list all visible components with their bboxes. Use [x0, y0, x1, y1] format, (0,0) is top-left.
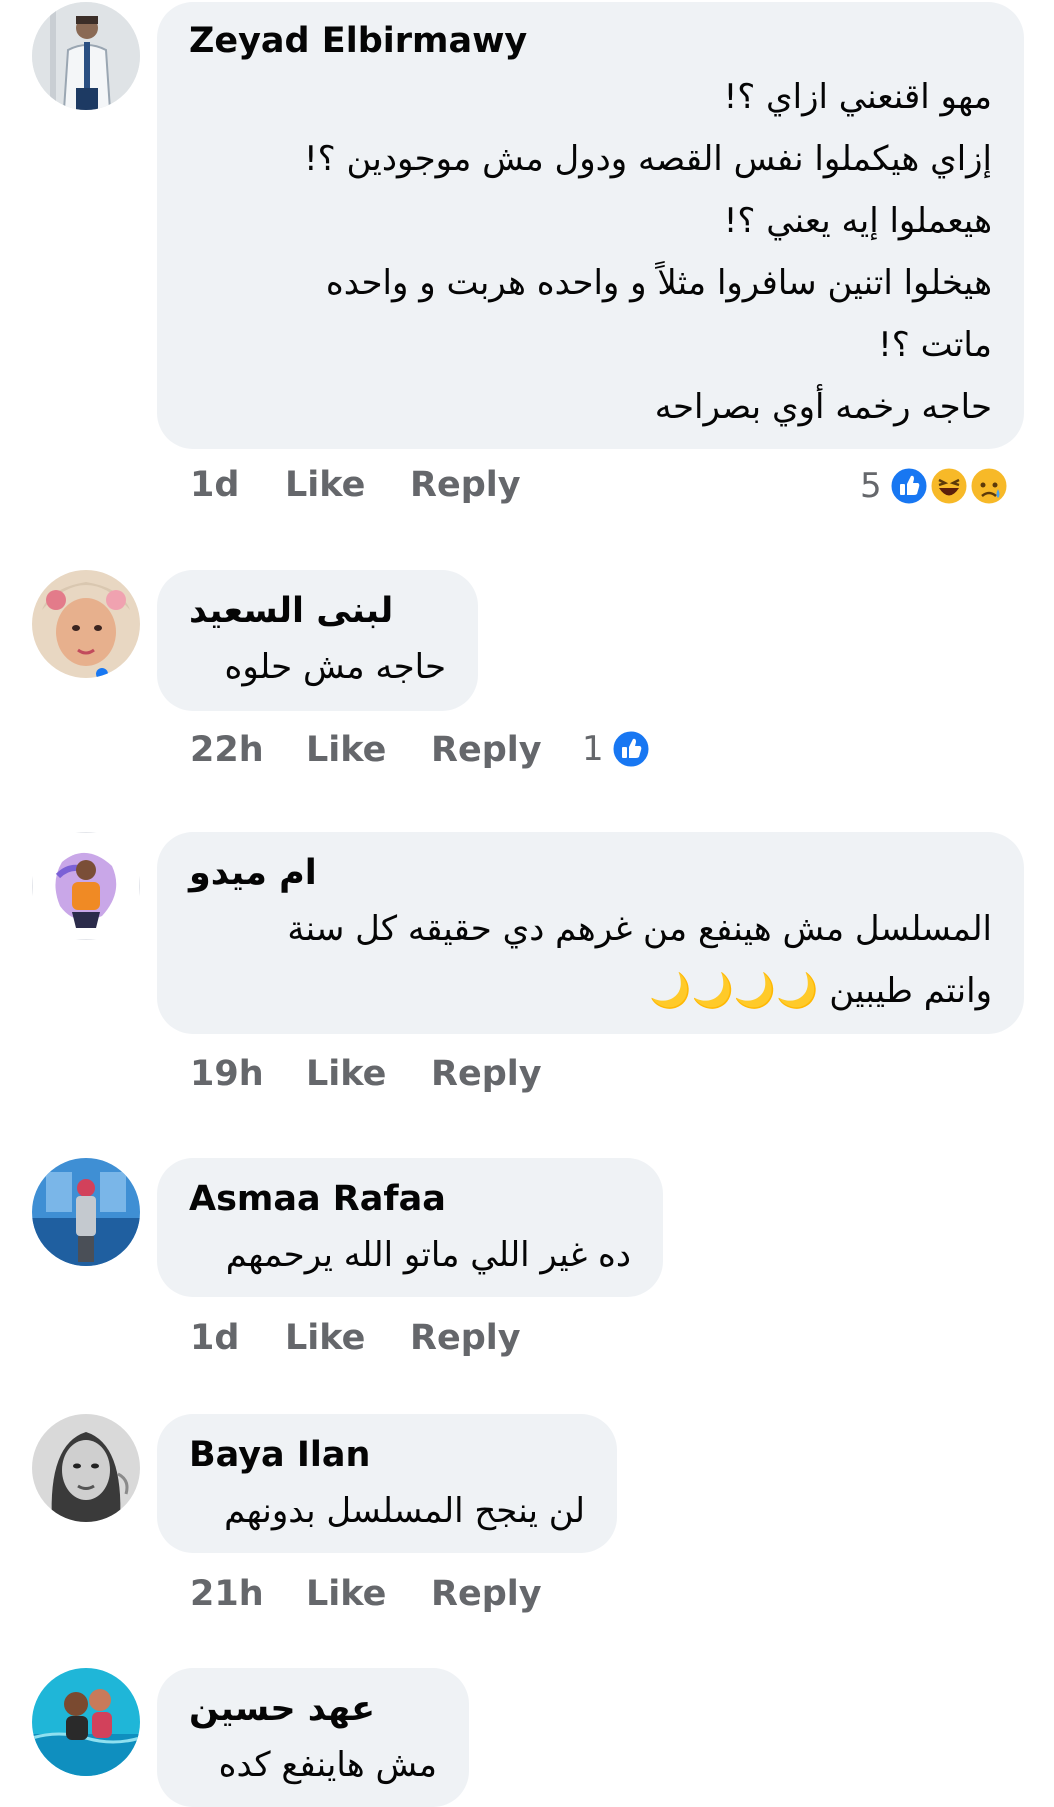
sad-icon	[968, 465, 1010, 507]
comment-line: مش هاينفع كده	[218, 1745, 437, 1785]
user-photo-icon	[32, 1158, 140, 1266]
haha-icon	[928, 465, 970, 507]
like-button[interactable]: Like	[285, 465, 365, 505]
like-button[interactable]: Like	[285, 1318, 365, 1358]
reaction-summary[interactable]: 5	[860, 463, 1010, 509]
comment-line: حاجه رخمه أوي بصراحه	[654, 387, 992, 427]
comment-author[interactable]: Zeyad Elbirmawy	[189, 20, 527, 62]
comment-time[interactable]: 1d	[190, 1318, 239, 1358]
reply-button[interactable]: Reply	[431, 730, 542, 770]
reply-button[interactable]: Reply	[431, 1054, 542, 1094]
reaction-count: 1	[582, 729, 604, 769]
like-button[interactable]: Like	[306, 1054, 386, 1094]
comment-time[interactable]: 22h	[190, 730, 264, 770]
comment-author[interactable]: عهد حسين	[189, 1688, 375, 1730]
comment-line: ماتت ؟!	[878, 325, 992, 365]
reaction-summary[interactable]: 1	[582, 726, 652, 772]
reaction-count: 5	[860, 466, 882, 506]
comment-time[interactable]: 21h	[190, 1574, 264, 1614]
comment-bubble: Baya Ilan لن ينجح المسلسل بدونهم	[157, 1414, 617, 1553]
comment-line: مهو اقنعني ازاي ؟!	[723, 77, 992, 117]
comment-line: وانتم طيبين 🌙🌙🌙🌙	[649, 971, 992, 1011]
user-photo-icon	[32, 2, 140, 110]
avatar[interactable]	[32, 1414, 140, 1522]
like-button[interactable]: Like	[306, 1574, 386, 1614]
comment-bubble: لبنى السعيد حاجه مش حلوه	[157, 570, 478, 711]
reply-button[interactable]: Reply	[410, 1318, 521, 1358]
comment-bubble: Zeyad Elbirmawy مهو اقنعني ازاي ؟! إزاي …	[157, 2, 1024, 449]
avatar[interactable]	[32, 1158, 140, 1266]
comment-author[interactable]: لبنى السعيد	[189, 590, 393, 632]
comment-line: لن ينجح المسلسل بدونهم	[224, 1491, 585, 1531]
comment-time[interactable]: 1d	[190, 465, 239, 505]
avatar[interactable]	[32, 1668, 140, 1776]
user-photo-icon	[32, 1668, 140, 1776]
comment-bubble: عهد حسين مش هاينفع كده	[157, 1668, 469, 1807]
comment-line: ده غير اللي ماتو الله يرحمهم	[225, 1235, 631, 1275]
user-photo-icon	[32, 1414, 140, 1522]
comment-line: هيعملوا إيه يعني ؟!	[723, 201, 992, 241]
comment-author[interactable]: Baya Ilan	[189, 1434, 370, 1476]
reply-button[interactable]: Reply	[410, 465, 521, 505]
comment-line: هيخلوا اتنين سافروا مثلاً و واحده هربت و…	[325, 263, 992, 303]
comment-line: حاجه مش حلوه	[224, 647, 446, 687]
comment-author[interactable]: ام ميدو	[189, 852, 317, 894]
comment-time[interactable]: 19h	[190, 1054, 264, 1094]
comment-bubble: Asmaa Rafaa ده غير اللي ماتو الله يرحمهم	[157, 1158, 663, 1297]
comment-author[interactable]: Asmaa Rafaa	[189, 1178, 446, 1220]
reply-button[interactable]: Reply	[431, 1574, 542, 1614]
avatar[interactable]	[32, 570, 140, 678]
avatar[interactable]	[32, 2, 140, 110]
user-photo-icon	[32, 570, 140, 678]
comment-line: المسلسل مش هينفع من غرهم دي حقيقه كل سنة	[287, 909, 992, 949]
like-icon	[888, 465, 930, 507]
avatar[interactable]	[32, 832, 140, 940]
like-button[interactable]: Like	[306, 730, 386, 770]
user-photo-icon	[32, 832, 140, 940]
comment-line: إزاي هيكملوا نفس القصه ودول مش موجودين ؟…	[304, 139, 992, 179]
like-icon	[610, 728, 652, 770]
comment-bubble: ام ميدو المسلسل مش هينفع من غرهم دي حقيق…	[157, 832, 1024, 1034]
